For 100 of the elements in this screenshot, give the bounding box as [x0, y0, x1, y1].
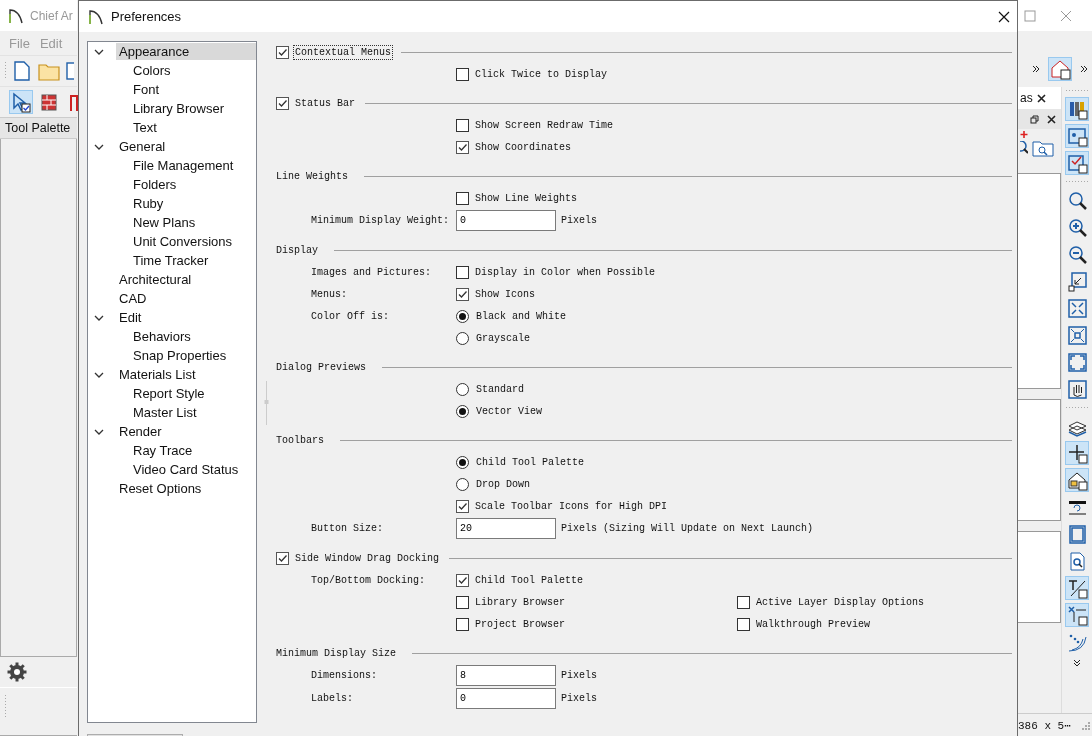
grip-icon[interactable] — [1065, 89, 1089, 92]
radio-label[interactable]: Black and White — [474, 308, 568, 324]
checkbox[interactable] — [737, 617, 750, 631]
checkbox[interactable] — [456, 287, 469, 301]
checklist-icon[interactable] — [1065, 151, 1089, 175]
chevron-down-icon[interactable] — [94, 370, 104, 379]
tree-item[interactable]: Folders — [130, 176, 180, 193]
radio-button[interactable] — [456, 455, 469, 469]
tree-item[interactable]: Ray Trace — [130, 442, 196, 459]
close-icon[interactable] — [1036, 93, 1046, 103]
tree-item[interactable]: Snap Properties — [130, 347, 230, 364]
tree-item[interactable]: Library Browser — [130, 100, 228, 117]
checkbox-label[interactable]: Show Line Weights — [473, 190, 580, 206]
radio-button[interactable] — [456, 309, 469, 323]
tree-item[interactable]: Video Card Status — [130, 461, 242, 478]
checkbox[interactable] — [276, 45, 289, 59]
checkbox-label[interactable]: Status Bar — [293, 95, 357, 111]
input-field[interactable]: 0 — [456, 210, 556, 231]
radio-label[interactable]: Standard — [474, 381, 526, 397]
window-list-icon[interactable] — [1065, 124, 1089, 148]
tree-item[interactable]: Text — [130, 119, 160, 136]
checkbox[interactable] — [456, 140, 469, 154]
house-icon[interactable] — [1065, 468, 1089, 492]
folder-search-icon[interactable] — [1032, 139, 1054, 157]
input-field[interactable]: 20 — [456, 518, 556, 539]
input-field[interactable]: 0 — [456, 688, 556, 709]
tree-item[interactable]: Time Tracker — [130, 252, 212, 269]
checkbox[interactable] — [737, 595, 750, 609]
checkbox[interactable] — [276, 551, 289, 565]
input-field[interactable]: 8 — [456, 665, 556, 686]
checkbox-label[interactable]: Side Window Drag Docking — [293, 550, 442, 566]
checkbox-label[interactable]: Contextual Menus — [293, 44, 393, 60]
expand-arrows-icon[interactable] — [1065, 296, 1089, 320]
grip-icon[interactable] — [4, 61, 7, 81]
tree-item[interactable]: Master List — [130, 404, 200, 421]
tree-item[interactable]: Font — [130, 81, 162, 98]
chevron-icon[interactable] — [1032, 65, 1040, 73]
checkbox-label[interactable]: Display in Color when Possible — [473, 264, 658, 280]
tree-item[interactable]: Unit Conversions — [130, 233, 235, 250]
pane-tab[interactable]: as — [1020, 91, 1033, 105]
checkbox-label[interactable]: Click Twice to Display — [473, 66, 610, 82]
hand-icon[interactable] — [1065, 377, 1089, 401]
library-icon[interactable] — [1065, 97, 1089, 121]
radio-button[interactable] — [456, 404, 469, 418]
checkbox[interactable] — [456, 573, 469, 587]
settings-icon[interactable] — [6, 661, 28, 683]
palette-tab[interactable]: Tool Palette — [0, 117, 77, 139]
chevron-down-icon[interactable] — [94, 427, 104, 436]
checkbox-label[interactable]: Project Browser — [473, 616, 567, 632]
radio-button[interactable] — [456, 331, 469, 345]
tree-item[interactable]: CAD — [116, 290, 150, 307]
tree-item[interactable]: Report Style — [130, 385, 208, 402]
chevron-icon[interactable] — [1080, 65, 1088, 73]
grip-icon[interactable] — [1065, 406, 1089, 409]
restore-icon[interactable] — [1030, 114, 1039, 124]
close-icon[interactable] — [1047, 114, 1056, 124]
checkbox[interactable] — [456, 499, 469, 513]
tree-item[interactable]: General — [116, 138, 169, 155]
tree-item[interactable]: Reset Options — [116, 480, 205, 497]
tree-item[interactable]: Ruby — [130, 195, 167, 212]
checkbox[interactable] — [456, 191, 469, 205]
checkbox[interactable] — [456, 67, 469, 81]
new-file-icon[interactable] — [12, 60, 32, 82]
tree-item[interactable]: Appearance — [116, 43, 256, 60]
close-icon[interactable] — [998, 10, 1010, 23]
tree-item[interactable]: File Management — [130, 157, 237, 174]
tree-item[interactable]: New Plans — [130, 214, 199, 231]
fit-box-icon[interactable] — [1065, 323, 1089, 347]
checkbox[interactable] — [276, 96, 289, 110]
radio-label[interactable]: Grayscale — [474, 330, 532, 346]
tree-item[interactable]: Render — [116, 423, 165, 440]
plus-icon[interactable] — [1020, 129, 1028, 139]
search-icon[interactable] — [1020, 141, 1028, 155]
radio-button[interactable] — [456, 477, 469, 491]
checkbox-label[interactable]: Show Coordinates — [473, 139, 573, 155]
checkbox[interactable] — [456, 595, 469, 609]
double-chevron-icon[interactable] — [1073, 659, 1081, 667]
checkbox[interactable] — [456, 617, 469, 631]
checkbox-label[interactable]: Show Icons — [473, 286, 537, 302]
tree-item[interactable]: Colors — [130, 62, 174, 79]
chevron-down-icon[interactable] — [94, 313, 104, 322]
splitter-handle[interactable] — [264, 381, 269, 425]
crosshair-icon[interactable] — [1065, 441, 1089, 465]
checkbox-label[interactable]: Walkthrough Preview — [754, 616, 873, 632]
save-icon[interactable] — [66, 60, 74, 82]
checkbox-label[interactable]: Child Tool Palette — [473, 572, 586, 588]
checkbox-label[interactable]: Library Browser — [473, 594, 567, 610]
tree-item[interactable]: Architectural — [116, 271, 195, 288]
grip-icon[interactable] — [4, 694, 7, 718]
resize-grip-icon[interactable] — [1080, 720, 1090, 730]
checkbox-label[interactable]: Active Layer Display Options — [754, 594, 927, 610]
radio-label[interactable]: Vector View — [474, 403, 544, 419]
tree-item[interactable]: Materials List — [116, 366, 199, 383]
radio-label[interactable]: Child Tool Palette — [474, 454, 587, 470]
chevron-down-icon[interactable] — [94, 142, 104, 151]
shrink-arrow-icon[interactable] — [1065, 269, 1089, 293]
checkbox[interactable] — [456, 265, 469, 279]
checkbox-label[interactable]: Scale Toolbar Icons for High DPI — [473, 498, 670, 514]
house-elevation-icon[interactable] — [1048, 57, 1072, 81]
tree-item[interactable]: Edit — [116, 309, 145, 326]
